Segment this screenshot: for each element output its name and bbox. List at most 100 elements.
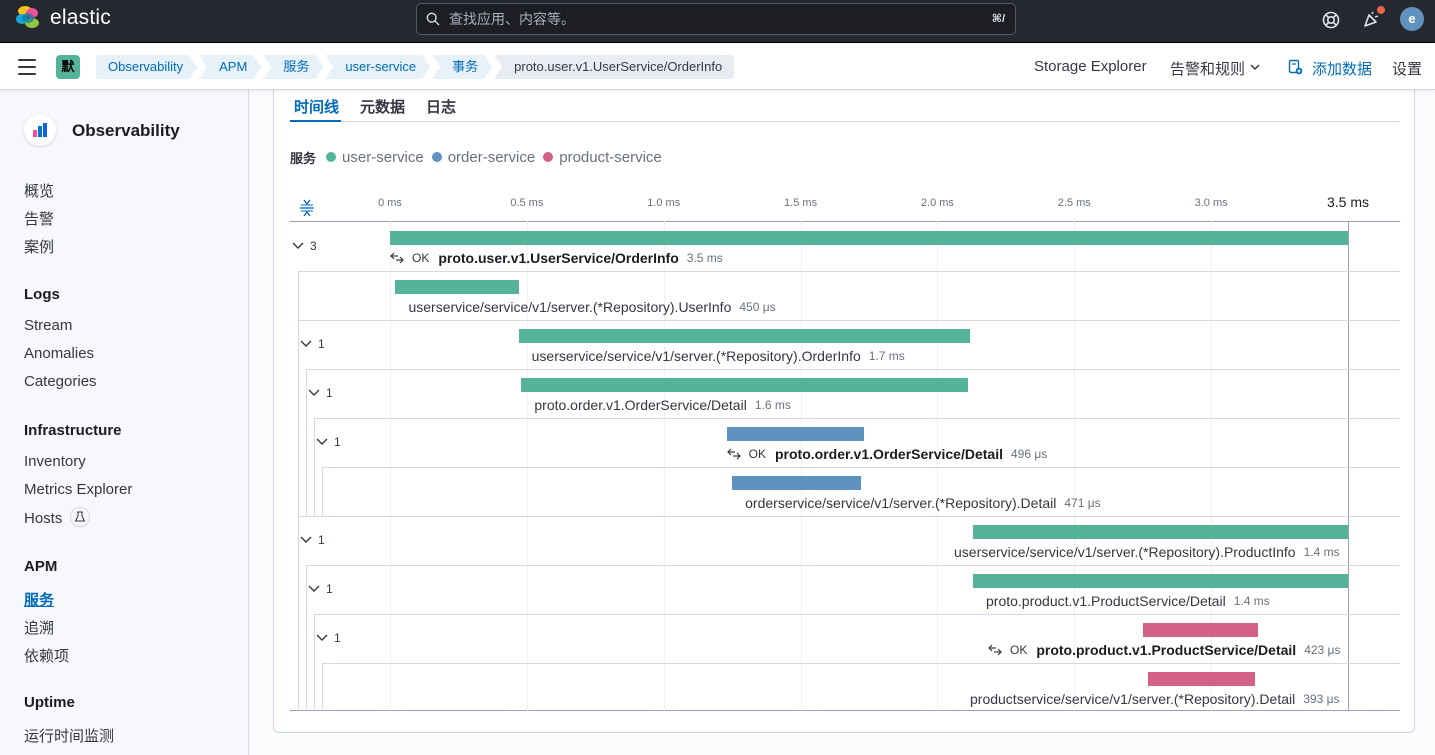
span-duration: 393 μs bbox=[1303, 692, 1340, 706]
span-bar[interactable] bbox=[390, 231, 1348, 245]
row-divider bbox=[298, 320, 1400, 321]
span-label[interactable]: userservice/service/v1/server.(*Reposito… bbox=[532, 348, 905, 364]
space-selector[interactable]: 默 bbox=[56, 55, 80, 79]
breadcrumb-user-service[interactable]: user-service bbox=[325, 55, 430, 79]
time-tick-label: 3.0 ms bbox=[1194, 197, 1228, 209]
span-collapse-toggle[interactable]: 1 bbox=[308, 581, 333, 597]
nav-uptime-monitors[interactable]: 运行时间监测 bbox=[24, 725, 114, 746]
nav-logs-categories[interactable]: Categories bbox=[24, 373, 97, 390]
breadcrumb-services[interactable]: 服务 bbox=[263, 55, 323, 79]
span-name: orderservice/service/v1/server.(*Reposit… bbox=[745, 495, 1057, 511]
span-bar[interactable] bbox=[395, 280, 519, 294]
span-name: proto.user.v1.UserService/OrderInfo bbox=[438, 250, 679, 266]
search-input[interactable] bbox=[449, 4, 969, 34]
gridline bbox=[663, 221, 665, 711]
breadcrumb-apm[interactable]: APM bbox=[199, 55, 261, 79]
nav-inventory[interactable]: Inventory bbox=[24, 453, 86, 470]
observability-sidebar: Observability 概览 告警 案例 Logs Stream Anoma… bbox=[0, 90, 249, 755]
nav-section-infrastructure: Infrastructure bbox=[24, 422, 122, 439]
span-duration: 423 μs bbox=[1304, 643, 1341, 657]
chevron-down-icon[interactable] bbox=[1250, 62, 1260, 72]
span-collapse-toggle[interactable]: 1 bbox=[300, 532, 325, 548]
time-tick-label: 0.5 ms bbox=[510, 197, 544, 209]
nav-apm-traces[interactable]: 追溯 bbox=[24, 617, 54, 638]
sidebar-title: Observability bbox=[72, 121, 180, 140]
breadcrumb: Observability APM 服务 user-service 事务 pro… bbox=[96, 55, 736, 79]
span-label[interactable]: productservice/service/v1/server.(*Repos… bbox=[970, 691, 1340, 707]
span-bar[interactable] bbox=[521, 378, 968, 392]
tab-metadata[interactable]: 元数据 bbox=[360, 96, 405, 117]
span-bar[interactable] bbox=[973, 525, 1348, 539]
trace-panel: 时间线 元数据 日志 服务 user-service order-service… bbox=[273, 80, 1415, 733]
breadcrumb-transactions[interactable]: 事务 bbox=[432, 55, 492, 79]
child-count: 1 bbox=[326, 582, 333, 596]
span-bar[interactable] bbox=[973, 574, 1348, 588]
span-name: userservice/service/v1/server.(*Reposito… bbox=[954, 544, 1296, 560]
row-divider bbox=[314, 418, 1400, 419]
waterfall-timeline: 0 ms 0.5 ms 1.0 ms 1.5 ms 2.0 ms 2.5 ms 3.0 ms… bbox=[290, 177, 1400, 717]
waterfall-bottom-border bbox=[290, 710, 1400, 711]
collapse-all-icon[interactable] bbox=[299, 199, 315, 217]
tree-guide-line bbox=[298, 271, 299, 712]
gridline bbox=[1074, 221, 1076, 711]
nav-metrics-explorer[interactable]: Metrics Explorer bbox=[24, 481, 132, 498]
outcome-ok: OK bbox=[748, 447, 766, 461]
nav-section-logs: Logs bbox=[24, 286, 60, 303]
span-label[interactable]: proto.product.v1.ProductService/Detail 1.… bbox=[986, 593, 1270, 609]
span-bar[interactable] bbox=[726, 427, 864, 441]
gridline bbox=[390, 221, 391, 711]
top-header: elastic ⌘/ e bbox=[0, 0, 1435, 43]
span-collapse-toggle[interactable]: 1 bbox=[316, 434, 341, 450]
span-label[interactable]: userservice/service/v1/server.(*Reposito… bbox=[954, 544, 1340, 560]
menu-toggle-icon[interactable] bbox=[18, 59, 38, 75]
span-label[interactable]: proto.order.v1.OrderService/Detail 1.6 ms bbox=[534, 397, 790, 413]
add-data-link[interactable]: 添加数据 bbox=[1312, 58, 1372, 79]
time-tick-label: 2.5 ms bbox=[1057, 197, 1091, 209]
search-icon bbox=[426, 12, 440, 26]
span-bar[interactable] bbox=[1148, 672, 1255, 686]
user-avatar[interactable]: e bbox=[1400, 7, 1424, 31]
breadcrumb-observability[interactable]: Observability bbox=[96, 55, 197, 79]
span-label[interactable]: OK proto.product.v1.ProductService/Detail… bbox=[988, 642, 1340, 658]
global-search[interactable]: ⌘/ bbox=[416, 3, 1016, 35]
elastic-logo-icon bbox=[16, 6, 40, 30]
elastic-logo[interactable]: elastic bbox=[16, 6, 111, 30]
tree-guide-line bbox=[322, 663, 323, 712]
secondary-header: 默 Observability APM 服务 user-service 事务 p… bbox=[0, 44, 1435, 90]
span-bar[interactable] bbox=[1142, 623, 1258, 637]
nav-logs-anomalies[interactable]: Anomalies bbox=[24, 345, 94, 362]
span-collapse-toggle[interactable]: 1 bbox=[300, 336, 325, 352]
tab-logs[interactable]: 日志 bbox=[426, 96, 456, 117]
notification-dot bbox=[1377, 6, 1385, 14]
nav-cases[interactable]: 案例 bbox=[24, 236, 54, 257]
nav-hosts[interactable]: Hosts bbox=[24, 507, 91, 529]
span-bar[interactable] bbox=[518, 329, 971, 343]
span-name: proto.order.v1.OrderService/Detail bbox=[534, 397, 747, 413]
span-duration: 496 μs bbox=[1010, 447, 1048, 461]
span-collapse-toggle[interactable]: 1 bbox=[316, 630, 341, 646]
span-collapse-toggle[interactable]: 1 bbox=[308, 385, 333, 401]
nav-apm-services[interactable]: 服务 bbox=[24, 589, 54, 610]
row-divider bbox=[306, 565, 1400, 566]
span-bar[interactable] bbox=[732, 476, 861, 490]
time-tick-label: 2.0 ms bbox=[920, 197, 954, 209]
row-divider bbox=[298, 516, 1400, 517]
settings-link[interactable]: 设置 bbox=[1392, 58, 1422, 79]
nav-apm-dependencies[interactable]: 依赖项 bbox=[24, 645, 69, 666]
span-label[interactable]: OK proto.order.v1.OrderService/Detail 496 … bbox=[726, 446, 1048, 462]
nav-section-apm: APM bbox=[24, 558, 58, 575]
nav-overview[interactable]: 概览 bbox=[24, 180, 54, 201]
span-label[interactable]: userservice/service/v1/server.(*Reposito… bbox=[408, 299, 775, 315]
time-tick-label: 3.5 ms bbox=[1326, 194, 1370, 210]
nav-alerts[interactable]: 告警 bbox=[24, 208, 54, 229]
nav-logs-stream[interactable]: Stream bbox=[24, 317, 72, 334]
breadcrumb-current: proto.user.v1.UserService/OrderInfo bbox=[494, 55, 735, 79]
alerts-rules-menu[interactable]: 告警和规则 bbox=[1170, 58, 1245, 79]
service-legend: 服务 user-service order-service product-se… bbox=[290, 147, 670, 167]
storage-explorer-link[interactable]: Storage Explorer bbox=[1034, 58, 1147, 75]
span-label[interactable]: orderservice/service/v1/server.(*Reposit… bbox=[745, 495, 1101, 511]
help-icon[interactable] bbox=[1320, 9, 1342, 31]
span-collapse-toggle[interactable]: 3 bbox=[292, 238, 317, 254]
span-label[interactable]: OK proto.user.v1.UserService/OrderInfo 3.5… bbox=[390, 250, 723, 266]
tab-timeline[interactable]: 时间线 bbox=[294, 96, 339, 117]
